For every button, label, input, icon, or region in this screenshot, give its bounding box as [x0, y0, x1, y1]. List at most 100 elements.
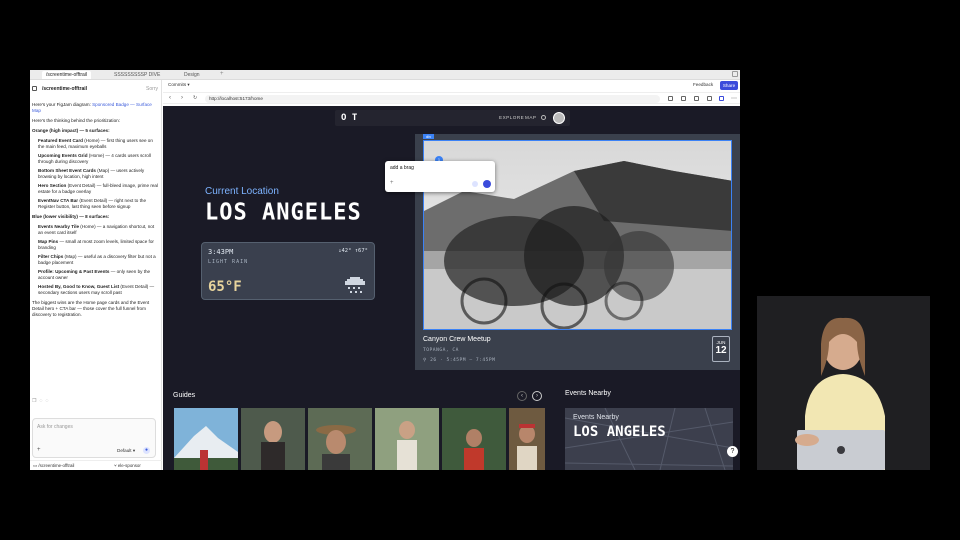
select-element-icon[interactable]: [719, 96, 724, 101]
send-button[interactable]: [483, 180, 491, 188]
event-title: Canyon Crew Meetup: [423, 336, 491, 343]
branch-label[interactable]: ▭ /screentime-offtrail: [33, 463, 74, 469]
next-arrow-icon[interactable]: ›: [532, 391, 542, 401]
feedback-button[interactable]: Feedback: [693, 82, 713, 87]
app-header: O T EXPLORE MAP: [335, 110, 570, 126]
tab-bar: /screentime-offtrail SSSSSSSSSP DIVE Des…: [30, 70, 740, 80]
event-day: 12: [715, 345, 727, 356]
prompt-input[interactable]: add a brag: [390, 165, 414, 171]
trail-portrait-photo: [375, 408, 439, 470]
app-logo[interactable]: O T: [341, 113, 357, 123]
back-icon[interactable]: ‹: [169, 95, 171, 101]
browser-window: /screentime-offtrail SSSSSSSSSP DIVE Des…: [30, 70, 740, 470]
list-item: Featured Event Card (Home) — first thing…: [38, 138, 158, 150]
webcam-feed: [757, 296, 930, 470]
share-button[interactable]: Share: [720, 81, 738, 90]
avatar[interactable]: [553, 112, 565, 124]
reload-icon[interactable]: ↻: [193, 95, 197, 101]
list-item: Events Nearby Tile (Home) — a navigation…: [38, 224, 158, 236]
cap-portrait-photo: [509, 408, 545, 470]
presenter-video: [757, 296, 930, 470]
hat-portrait-photo: [308, 408, 372, 470]
list-item: Upcoming Events Grid (Home) — 4 cards us…: [38, 153, 158, 165]
sidebar-toggle-icon[interactable]: [32, 86, 37, 91]
conclusion-text: The biggest wins are the Home page cards…: [32, 300, 150, 317]
new-tab-icon[interactable]: +: [220, 71, 224, 77]
thumbs-down-icon[interactable]: ◌: [45, 398, 51, 404]
guide-card[interactable]: [509, 408, 545, 470]
nav-map[interactable]: MAP: [525, 115, 536, 120]
woods-portrait-photo: [442, 408, 506, 470]
weather-condition: LIGHT RAIN: [208, 259, 249, 265]
weather-temp: 65°F: [208, 279, 242, 295]
add-icon[interactable]: +: [390, 180, 394, 186]
rain-cloud-icon: [345, 277, 365, 293]
preview-pane: Commits ▾ Feedback Share ‹ › ↻ http://lo…: [163, 80, 740, 470]
chat-title: /screentime-offtrail: [42, 86, 88, 92]
nav-explore[interactable]: EXPLORE: [499, 115, 524, 120]
weather-card: 3:43PM LIGHT RAIN ↓42° ↑67° 65°F: [201, 242, 375, 300]
thinking-text: Here's the thinking behind the prioritiz…: [32, 118, 120, 123]
forward-icon[interactable]: ›: [181, 95, 183, 101]
list-item: Profile: Upcoming & Past Events — only s…: [38, 269, 158, 281]
blue-list: Events Nearby Tile (Home) — a navigation…: [32, 224, 158, 296]
more-icon[interactable]: ⋯: [731, 95, 737, 102]
nearby-card-label: Events Nearby: [573, 414, 619, 421]
inspect-icon[interactable]: [681, 96, 686, 101]
guide-card[interactable]: [308, 408, 372, 470]
guide-card[interactable]: [241, 408, 305, 470]
device-icon[interactable]: [694, 96, 699, 101]
guide-card[interactable]: [442, 408, 506, 470]
list-item: Bottom Sheet Event Cards (Map) — users a…: [38, 168, 158, 180]
events-nearby-tile[interactable]: Events Nearby LOS ANGELES: [565, 408, 733, 470]
guides-heading: Guides: [173, 392, 196, 399]
guide-card[interactable]: [174, 408, 238, 470]
screenshot-icon[interactable]: [668, 96, 673, 101]
chat-footer: ▭ /screentime-offtrail ⑂ ele-sponsor: [30, 460, 162, 470]
nearby-card-city: LOS ANGELES: [573, 424, 666, 440]
help-button[interactable]: ?: [727, 446, 738, 457]
list-item: Hosted By, Good to Know, Guest List (Eve…: [38, 284, 158, 296]
git-branch-label[interactable]: ⑂ ele-sponsor: [114, 463, 141, 468]
chat-input[interactable]: Ask for changes + Default ▾ ●: [32, 418, 156, 458]
mountain-photo: [174, 408, 238, 470]
chat-panel: /screentime-offtrail Sorry Here's your F…: [30, 80, 162, 470]
blue-heading: Blue (lower visibility) — 8 surfaces:: [32, 214, 110, 219]
list-item: Hero Section (Event Detail) — full-bleed…: [38, 183, 158, 195]
mic-icon[interactable]: ●: [143, 447, 150, 454]
assistant-message: Here's your FigJam diagram: Sponsored Ba…: [32, 102, 158, 322]
settings-icon[interactable]: [707, 96, 712, 101]
message-actions: ❐◌◌: [32, 398, 51, 404]
tab-dive[interactable]: SSSSSSSSSP DIVE: [110, 71, 164, 79]
event-meta: ⚲ 26 · 5:45PM – 7:45PM: [423, 358, 496, 363]
list-item: EventNav CTA Bar (Event Detail) — right …: [38, 198, 158, 210]
attach-icon[interactable]: +: [37, 447, 41, 453]
events-nearby-heading: Events Nearby: [565, 390, 611, 397]
forest-portrait-photo: [241, 408, 305, 470]
prev-arrow-icon[interactable]: ‹: [517, 391, 527, 401]
search-icon[interactable]: [541, 115, 546, 120]
intro-text: Here's your FigJam diagram:: [32, 102, 93, 107]
mic-icon[interactable]: [472, 181, 478, 187]
tab-screentime[interactable]: /screentime-offtrail: [42, 71, 92, 79]
commits-dropdown[interactable]: Commits ▾: [168, 82, 190, 88]
city-title: LOS ANGELES: [205, 199, 362, 226]
list-item: Filter Chips (Map) — useful as a discove…: [38, 254, 158, 266]
app-viewport: O T EXPLORE MAP Current Location LOS ANG…: [163, 106, 740, 470]
preview-toolbar: Commits ▾ Feedback Share: [163, 80, 740, 90]
current-location-label: Current Location: [205, 186, 279, 197]
url-input[interactable]: http://localhost:5173/home: [205, 95, 660, 103]
event-location: TOPANGA, CA: [423, 348, 459, 353]
orange-list: Featured Event Card (Home) — first thing…: [32, 138, 158, 210]
chat-header-action[interactable]: Sorry: [146, 86, 158, 92]
window-control-icon[interactable]: [732, 71, 738, 77]
guide-card[interactable]: [375, 408, 439, 470]
element-tag: div: [423, 134, 435, 139]
chat-input-placeholder: Ask for changes: [37, 424, 73, 430]
edit-prompt-popover: add a brag +: [385, 161, 495, 192]
orange-heading: Orange (high impact) — 5 surfaces:: [32, 128, 110, 133]
tab-design[interactable]: Design: [180, 71, 204, 79]
address-bar-row: ‹ › ↻ http://localhost:5173/home ⋯: [163, 92, 740, 104]
model-select[interactable]: Default ▾: [117, 448, 135, 454]
weather-time: 3:43PM: [208, 248, 234, 256]
